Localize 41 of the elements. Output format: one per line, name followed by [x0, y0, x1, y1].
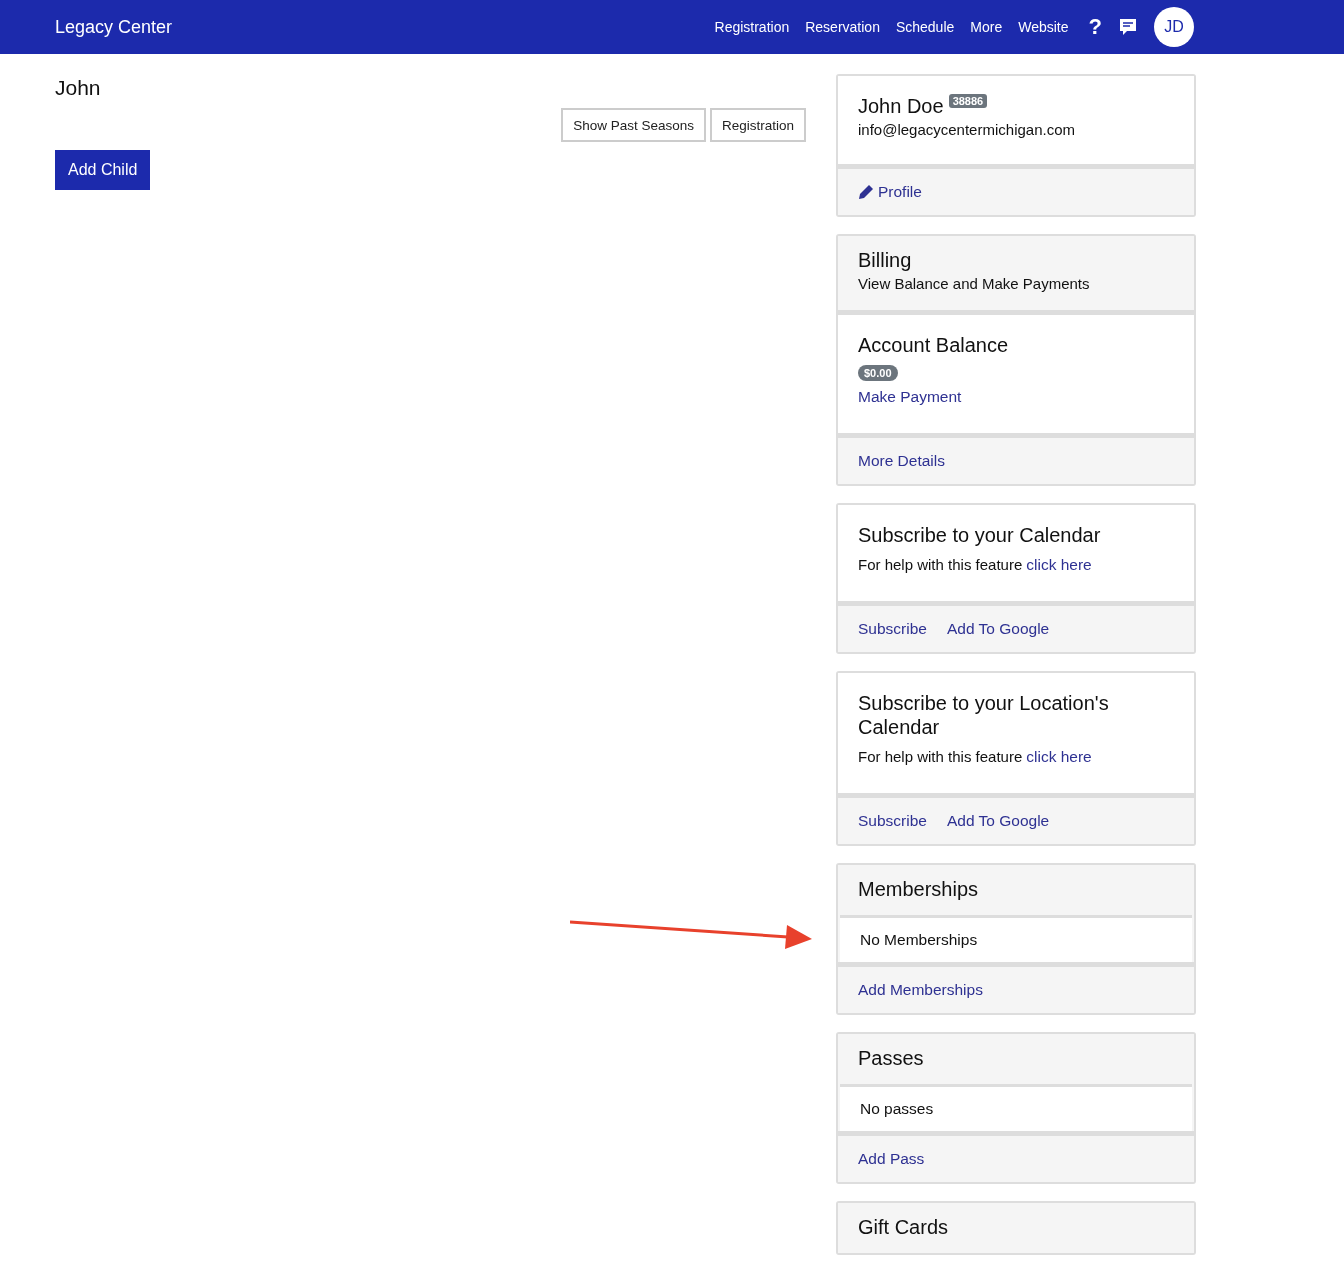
help-icon[interactable]: ? [1088, 14, 1102, 40]
page-title: John [55, 76, 101, 101]
nav-link[interactable]: Reservation [805, 19, 880, 35]
outline-button[interactable]: Registration [709, 108, 806, 142]
card-title: Passes [858, 1046, 925, 1070]
balance-amount-badge: $0.00 [858, 365, 898, 381]
card-link[interactable]: Add To Google [946, 809, 1050, 833]
user-avatar[interactable]: JD [1154, 7, 1194, 47]
nav-link[interactable]: Website [1018, 19, 1069, 35]
nav-link[interactable]: Schedule [895, 19, 955, 35]
profile-link[interactable]: Profile [858, 180, 922, 204]
card-link[interactable]: Add To Google [946, 617, 1050, 641]
card-title: Billing [858, 248, 913, 272]
card-title: Gift Cards [858, 1215, 950, 1239]
outline-button[interactable]: Show Past Seasons [561, 108, 706, 142]
account-name: John Doe [858, 94, 944, 118]
account-id-badge: 38886 [948, 94, 988, 108]
add-child-button[interactable]: Add Child [55, 150, 151, 190]
card-subtitle: View Balance and Make Payments [858, 274, 1091, 294]
card-link[interactable]: More Details [858, 449, 945, 473]
help-text: For help with this feature [858, 555, 1023, 575]
help-link[interactable]: click here [1026, 745, 1092, 769]
pencil-icon [858, 184, 874, 200]
card-title: Subscribe to your Location's Calendar [858, 691, 1110, 739]
balance-title: Account Balance [858, 333, 1010, 357]
help-link[interactable]: click here [1026, 553, 1092, 577]
card-title: Memberships [858, 877, 980, 901]
message-icon[interactable] [1118, 17, 1138, 37]
help-text: For help with this feature [858, 747, 1023, 767]
brand-name[interactable]: Legacy Center [55, 16, 173, 38]
card-link[interactable]: Subscribe [858, 809, 927, 833]
card-link[interactable]: Subscribe [858, 617, 927, 641]
card-link[interactable]: Add Pass [858, 1147, 925, 1171]
empty-message: No Memberships [840, 915, 1192, 962]
card-title: Subscribe to your Calendar [858, 523, 1102, 547]
empty-message: No passes [840, 1084, 1192, 1131]
nav-link[interactable]: More [970, 19, 1003, 35]
nav-link[interactable]: Registration [714, 19, 790, 35]
make-payment-link[interactable]: Make Payment [858, 388, 962, 405]
account-email: info@legacycentermichigan.com [858, 120, 1076, 140]
card-link[interactable]: Add Memberships [858, 978, 983, 1002]
